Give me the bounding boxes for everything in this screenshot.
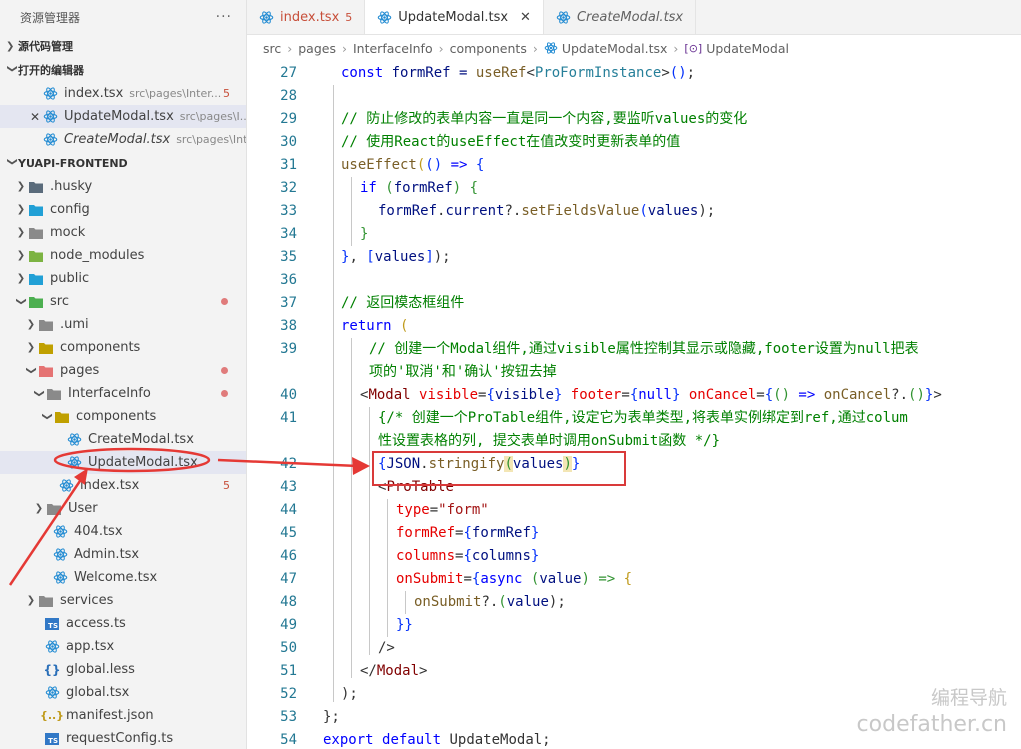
- annotation-arrowhead: [352, 457, 370, 475]
- annotation-arrow-line: [217, 458, 359, 468]
- annotation-overlay: [8, 447, 370, 586]
- annotation-ellipse: [53, 447, 211, 473]
- annotation-arrowhead: [74, 468, 88, 485]
- watermark-url: codefather.cn: [856, 712, 1007, 737]
- watermark-text: 编程导航: [930, 687, 1007, 709]
- annotation-arrow-line: [8, 477, 84, 586]
